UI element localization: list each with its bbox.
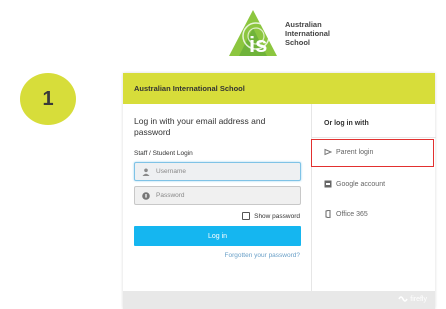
login-card: Australian International School Log in w… xyxy=(123,73,436,309)
password-input[interactable]: Password xyxy=(134,186,301,205)
logo-line-3: School xyxy=(285,37,311,47)
step-number-badge: 1 xyxy=(20,73,76,125)
parent-login-highlight xyxy=(311,139,434,167)
google-account-label: Google account xyxy=(336,180,386,188)
show-password-row: Show password xyxy=(134,212,300,220)
staff-student-label: Staff / Student Login xyxy=(134,150,193,157)
password-key-icon xyxy=(142,191,150,200)
office365-label: Office 365 xyxy=(336,210,368,218)
firefly-brand: firefly xyxy=(398,295,427,303)
show-password-label[interactable]: Show password xyxy=(254,213,300,220)
user-icon xyxy=(142,168,150,176)
forgot-password-link[interactable]: Forgotten your password? xyxy=(134,252,300,259)
username-placeholder: Username xyxy=(156,168,186,175)
logo-line-2: International xyxy=(285,28,331,38)
office365-link[interactable]: Office 365 xyxy=(324,210,368,218)
card-header: Australian International School xyxy=(123,73,435,104)
show-password-checkbox[interactable] xyxy=(242,212,251,220)
log-in-button[interactable]: Log in xyxy=(134,226,301,246)
logo-line-1: Australian xyxy=(285,19,322,29)
school-logo-text: Australian International School xyxy=(285,20,330,47)
firefly-label: firefly xyxy=(410,295,427,303)
google-icon xyxy=(324,180,332,188)
login-page: is Australian International School 1 Aus… xyxy=(0,0,446,309)
school-logo: is Australian International School xyxy=(225,6,330,60)
school-logo-mark-icon: is xyxy=(229,10,277,57)
card-footer: firefly xyxy=(123,291,435,309)
office365-icon xyxy=(325,210,331,218)
firefly-logo-icon xyxy=(398,296,408,302)
divider xyxy=(312,137,436,138)
login-heading: Log in with your email address and passw… xyxy=(134,116,266,137)
password-placeholder: Password xyxy=(156,192,185,199)
alternative-login-panel: Or log in with Parent login Google accou… xyxy=(311,104,436,291)
svg-text:is: is xyxy=(249,32,267,57)
email-login-panel: Log in with your email address and passw… xyxy=(123,104,311,291)
google-account-link[interactable]: Google account xyxy=(324,180,385,188)
username-input[interactable]: Username xyxy=(134,162,301,181)
alternative-login-title: Or log in with xyxy=(324,120,369,127)
